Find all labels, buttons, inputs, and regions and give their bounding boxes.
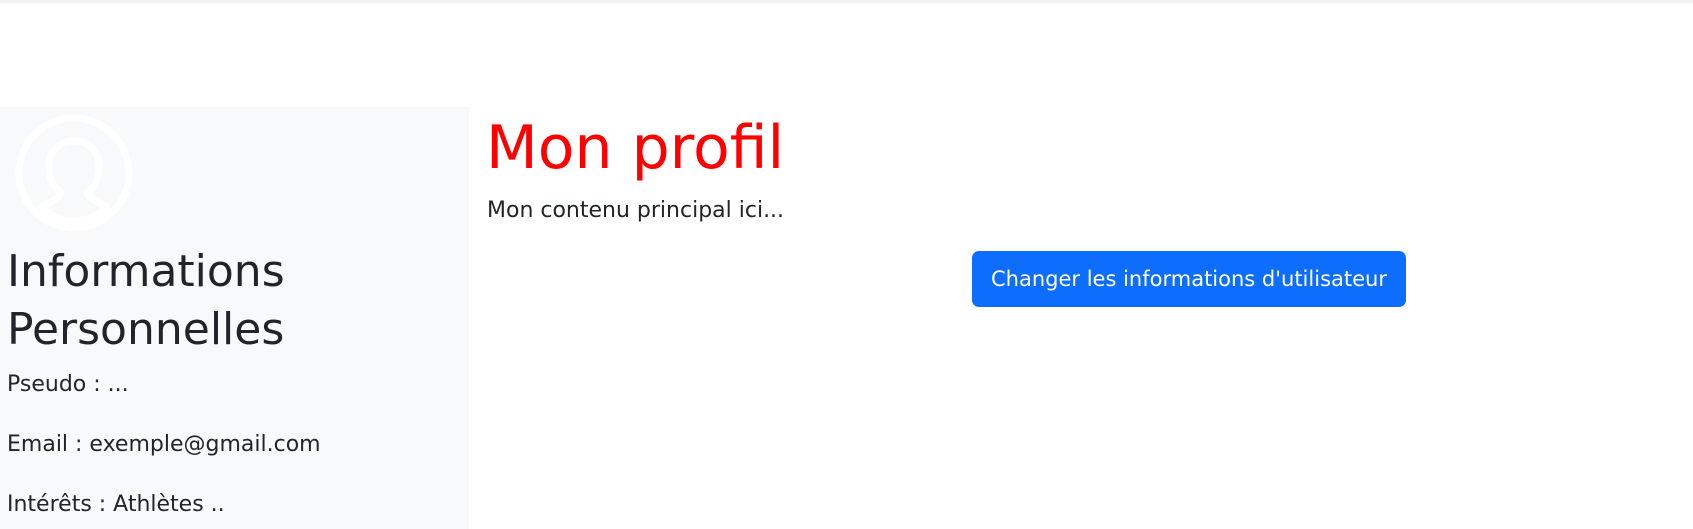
user-circle-icon [15, 114, 133, 232]
main-description: Mon contenu principal ici... [487, 198, 785, 223]
personal-info-title: Informations Personnelles [7, 246, 285, 355]
profile-sidebar: Informations Personnelles Pseudo : ... E… [0, 107, 469, 529]
email-info: Email : exemple@gmail.com [7, 432, 321, 457]
top-border [0, 0, 1693, 3]
interests-info: Intérêts : Athlètes .. [7, 492, 225, 517]
pseudo-info: Pseudo : ... [7, 372, 129, 397]
change-user-info-button[interactable]: Changer les informations d'utilisateur [972, 251, 1406, 307]
page-title: Mon profil [486, 113, 785, 183]
